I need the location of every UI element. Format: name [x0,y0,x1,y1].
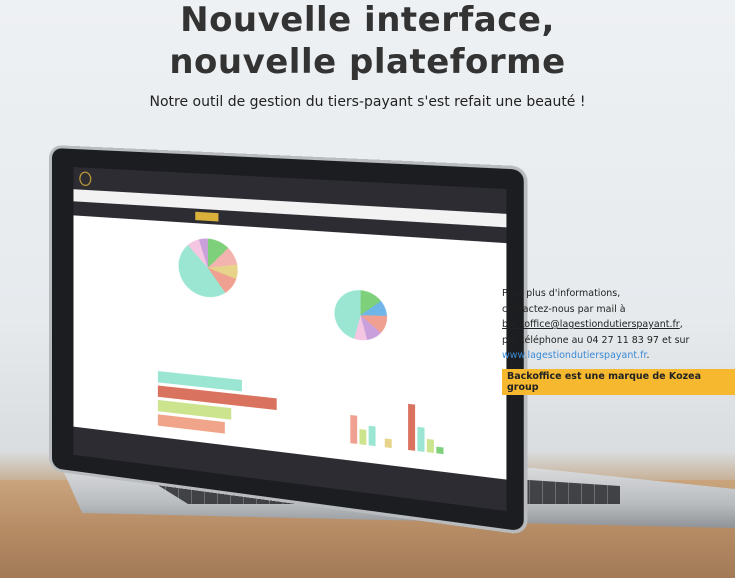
column-chart-bar [427,439,434,453]
laptop-screen [73,167,506,511]
contact-info: Pour plus d'informations, contactez-nous… [502,286,727,364]
active-tab-indicator [195,212,218,222]
info-line-1: Pour plus d'informations, [502,286,727,302]
column-chart-bar [436,447,443,454]
column-chart-bar [359,429,366,445]
subtitle: Notre outil de gestion du tiers-payant s… [0,94,735,110]
column-chart-bar [369,426,376,446]
headline-line-2: nouvelle plateforme [0,42,735,82]
column-chart-bar [417,427,424,452]
website-link[interactable]: www.lagestiondutierspayant.fr [502,350,647,361]
website-line: www.lagestiondutierspayant.fr. [502,348,727,364]
column-chart-bar [350,415,357,444]
app-logo-icon [79,171,91,186]
column-chart-bar [408,404,415,451]
info-line-2: contactez-nous par mail à [502,302,727,318]
headline-line-1: Nouvelle interface, [0,0,735,40]
column-chart-bar [385,438,392,448]
website-suffix: . [647,350,650,361]
laptop-lid [52,148,524,531]
email-line: backoffice@lagestiondutierspayant.fr, [502,317,727,333]
email-suffix: , [680,319,683,330]
pie-chart-right [334,288,387,342]
email-link[interactable]: backoffice@lagestiondutierspayant.fr [502,319,680,330]
brand-badge: Backoffice est une marque de Kozea group [502,369,735,395]
info-line-4: par téléphone au 04 27 11 83 97 et sur [502,333,727,349]
pie-chart-left [179,237,238,300]
